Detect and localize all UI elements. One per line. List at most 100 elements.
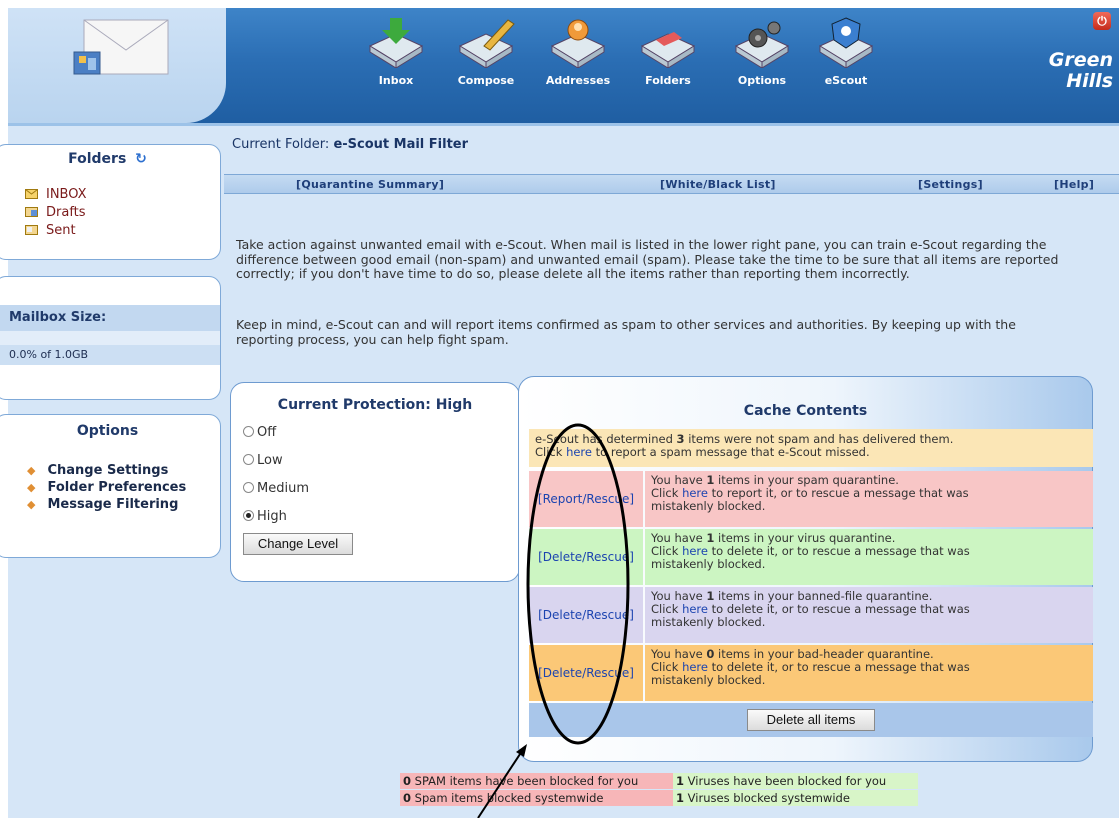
- virus-here-link[interactable]: here: [682, 544, 708, 558]
- q-pre: You have: [651, 647, 703, 661]
- brand-line-2: Hills: [1066, 70, 1113, 92]
- nav-folders-button[interactable]: Folders: [620, 16, 716, 112]
- q-tail: mistakenly blocked.: [651, 557, 766, 571]
- virus-quarantine-row: [Delete/Rescue] You have 1 items in your…: [529, 529, 1093, 585]
- link-settings[interactable]: [Settings]: [918, 178, 983, 191]
- mailbox-size-value: 0.0% of 1.0GB: [0, 345, 220, 365]
- nav-compose-button[interactable]: Compose: [438, 16, 534, 112]
- report-missed-link[interactable]: here: [566, 445, 592, 459]
- virus-systemwide-text: Viruses blocked systemwide: [687, 791, 850, 805]
- q-tail: mistakenly blocked.: [651, 615, 766, 629]
- spam-systemwide-stat: 0 Spam items blocked systemwide: [400, 790, 673, 806]
- spam-here-link[interactable]: here: [682, 486, 708, 500]
- drafts-folder-icon: [25, 207, 38, 217]
- delivered-row: e-Scout has determined 3 items were not …: [529, 429, 1093, 467]
- bullet-icon: ◆: [27, 498, 36, 511]
- banned-file-quarantine-row: [Delete/Rescue] You have 1 items in your…: [529, 587, 1093, 643]
- radio-off[interactable]: Off: [243, 425, 276, 440]
- radio-high-button[interactable]: [243, 510, 254, 521]
- option-message-filtering[interactable]: ◆ Message Filtering: [27, 497, 178, 512]
- delete-rescue-badheader-link[interactable]: [Delete/Rescue]: [529, 645, 643, 701]
- radio-off-button[interactable]: [243, 426, 254, 437]
- q-click: Click: [651, 486, 679, 500]
- q-pre: You have: [651, 531, 703, 545]
- addresses-icon: [550, 19, 606, 68]
- radio-medium-button[interactable]: [243, 482, 254, 493]
- folder-label-inbox: INBOX: [46, 187, 87, 202]
- delivered-text-pre: e-Scout has determined: [535, 432, 673, 446]
- spam-blocked-stat: 0 SPAM items have been blocked for you: [400, 773, 673, 789]
- option-label: Message Filtering: [47, 497, 179, 512]
- nav-addresses-button[interactable]: Addresses: [530, 16, 626, 112]
- radio-low-label: Low: [257, 453, 283, 468]
- q-click: Click: [651, 660, 679, 674]
- virus-count: 1: [706, 531, 715, 545]
- spam-quarantine-text: You have 1 items in your spam quarantine…: [645, 471, 1093, 527]
- link-quarantine-summary[interactable]: [Quarantine Summary]: [296, 178, 444, 191]
- delete-rescue-banned-link[interactable]: [Delete/Rescue]: [529, 587, 643, 643]
- banned-count: 1: [706, 589, 715, 603]
- delete-all-button[interactable]: Delete all items: [747, 709, 875, 731]
- radio-medium[interactable]: Medium: [243, 481, 309, 496]
- protection-panel: Current Protection: High Off Low Medium …: [230, 382, 520, 582]
- change-level-button[interactable]: Change Level: [243, 533, 353, 555]
- q-pre: You have: [651, 473, 703, 487]
- link-help[interactable]: [Help]: [1054, 178, 1094, 191]
- options-title: Options: [76, 423, 139, 439]
- virus-blocked-stat: 1 Viruses have been blocked for you: [673, 773, 918, 789]
- bullet-icon: ◆: [27, 481, 36, 494]
- intro-paragraph-2: Keep in mind, e-Scout can and will repor…: [236, 317, 1016, 347]
- radio-low[interactable]: Low: [243, 453, 283, 468]
- virus-blocked-text: Viruses have been blocked for you: [687, 774, 887, 788]
- virus-systemwide-stat: 1 Viruses blocked systemwide: [673, 790, 918, 806]
- option-folder-preferences[interactable]: ◆ Folder Preferences: [27, 480, 186, 495]
- nav-escout-button[interactable]: eScout: [798, 16, 894, 112]
- spam-blocked-count: 0: [403, 774, 412, 788]
- mailbox-size-panel: Mailbox Size: 0.0% of 1.0GB: [0, 276, 221, 400]
- virus-blocked-count: 1: [676, 774, 685, 788]
- spam-quarantine-row: [Report/Rescue] You have 1 items in your…: [529, 471, 1093, 527]
- power-icon[interactable]: ⏻: [1093, 12, 1111, 30]
- option-change-settings[interactable]: ◆ Change Settings: [27, 463, 168, 478]
- radio-high[interactable]: High: [243, 509, 287, 524]
- radio-low-button[interactable]: [243, 454, 254, 465]
- q-type: items in your bad-header quarantine.: [718, 647, 934, 661]
- option-label: Change Settings: [47, 463, 169, 478]
- folders-panel: Folders ↻ INBOX Drafts Sent: [0, 144, 221, 260]
- escout-nav-bar: [Quarantine Summary] [White/Black List] …: [224, 174, 1119, 194]
- protection-title: Current Protection: High: [277, 397, 473, 413]
- delivered-text-post: items were not spam and has delivered th…: [688, 432, 954, 446]
- current-folder: Current Folder: e-Scout Mail Filter: [232, 137, 468, 152]
- current-folder-name: e-Scout Mail Filter: [333, 137, 469, 152]
- banned-quarantine-text: You have 1 items in your banned-file qua…: [645, 587, 1093, 643]
- refresh-icon[interactable]: ↻: [135, 151, 147, 167]
- compose-icon: [458, 19, 515, 68]
- banned-here-link[interactable]: here: [682, 602, 708, 616]
- delete-rescue-virus-link[interactable]: [Delete/Rescue]: [529, 529, 643, 585]
- badheader-here-link[interactable]: here: [682, 660, 708, 674]
- mail-logo-icon: [73, 19, 169, 75]
- spam-systemwide-count: 0: [403, 791, 412, 805]
- q-verb: to report it, or to rescue a message tha…: [711, 486, 969, 500]
- cache-title: Cache Contents: [743, 403, 868, 419]
- folder-item-drafts[interactable]: Drafts: [25, 205, 86, 220]
- header-bar: Inbox Compose Addresses Folders Options …: [8, 8, 1119, 123]
- nav-inbox-button[interactable]: Inbox: [348, 16, 444, 112]
- header-divider: [8, 123, 1119, 126]
- folders-title: Folders ↻: [0, 151, 220, 167]
- folder-item-inbox[interactable]: INBOX: [25, 187, 87, 202]
- folder-item-sent[interactable]: Sent: [25, 223, 76, 238]
- nav-options-button[interactable]: Options: [714, 16, 810, 112]
- folders-title-text: Folders: [68, 151, 127, 167]
- virus-systemwide-count: 1: [676, 791, 685, 805]
- delivered-count: 3: [676, 432, 685, 446]
- link-white-black-list[interactable]: [White/Black List]: [660, 178, 776, 191]
- badheader-quarantine-text: You have 0 items in your bad-header quar…: [645, 645, 1093, 701]
- bullet-icon: ◆: [27, 464, 36, 477]
- report-rescue-link[interactable]: [Report/Rescue]: [529, 471, 643, 527]
- q-type: items in your virus quarantine.: [718, 531, 896, 545]
- options-gear-icon: [734, 21, 790, 68]
- radio-high-label: High: [257, 509, 287, 524]
- radio-off-label: Off: [257, 425, 277, 440]
- options-panel: Options ◆ Change Settings ◆ Folder Prefere…: [0, 414, 221, 558]
